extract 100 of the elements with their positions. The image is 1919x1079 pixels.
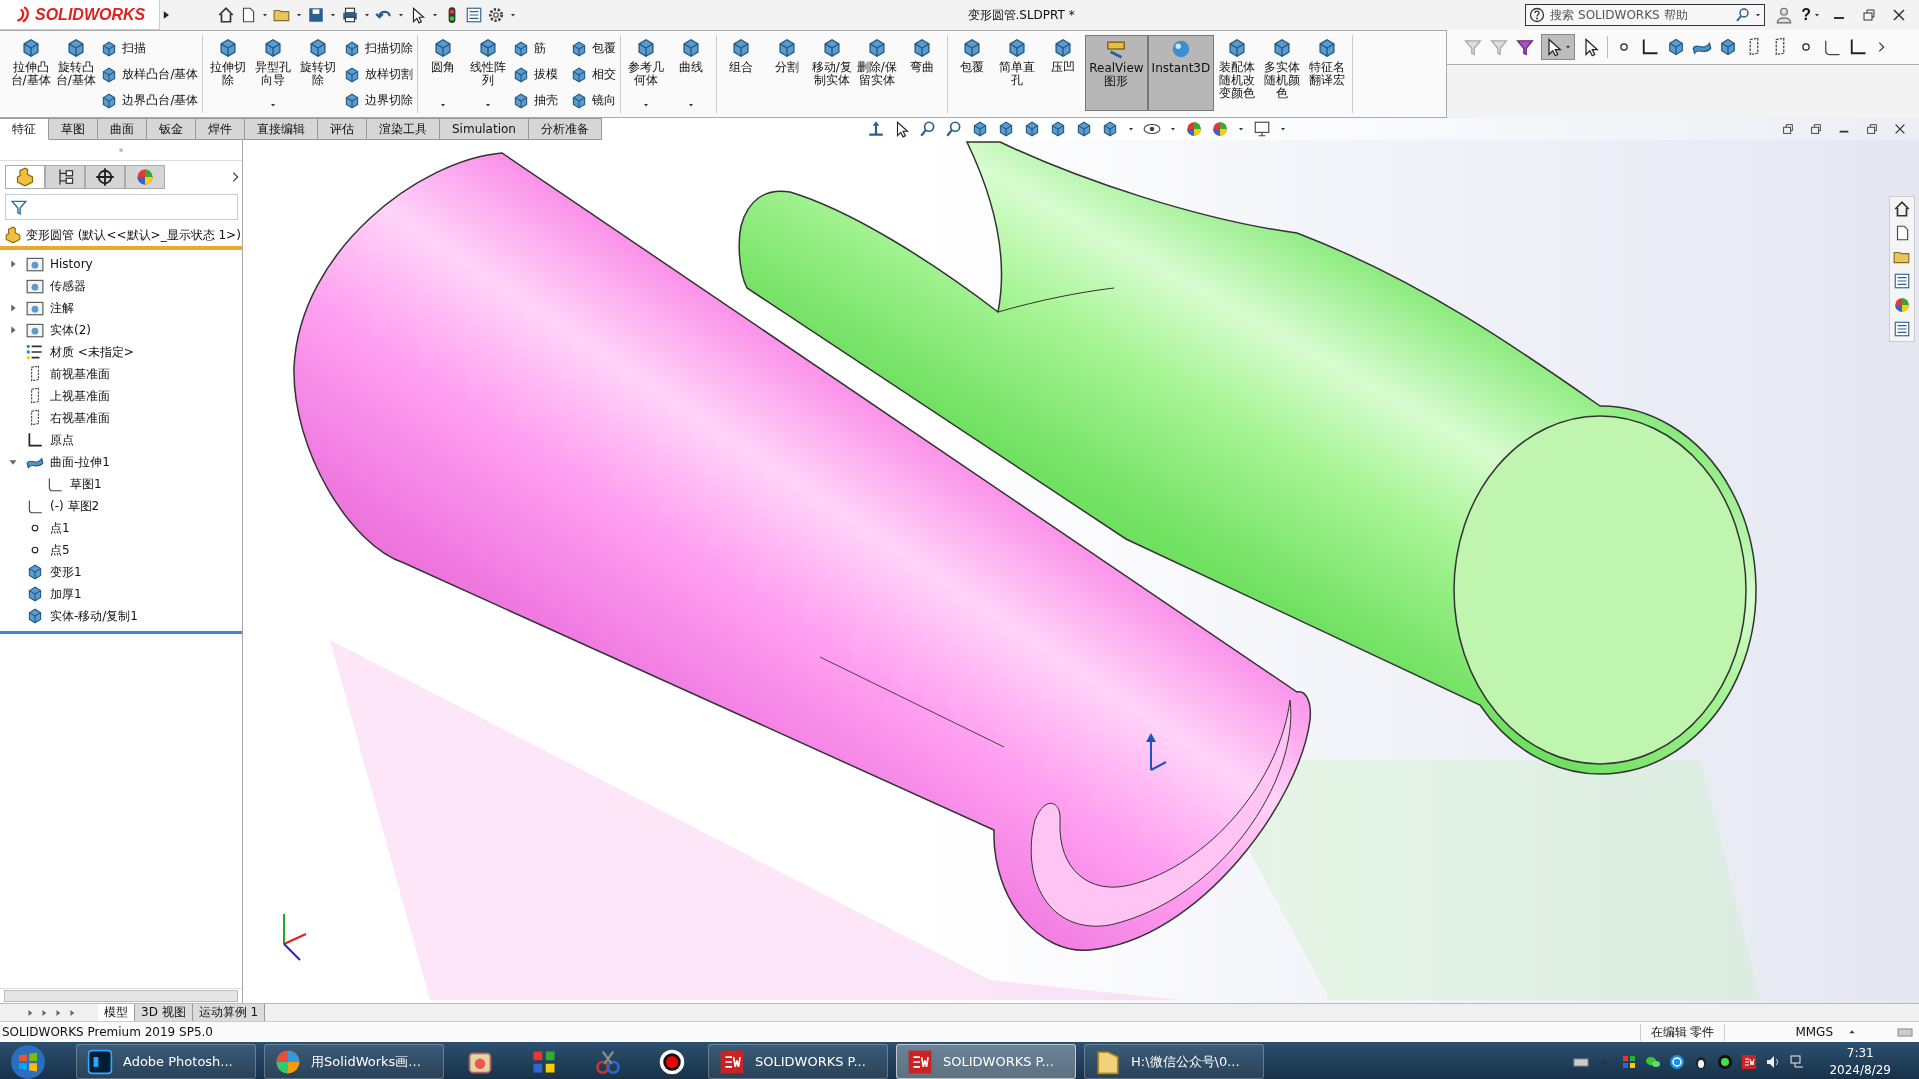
magnifier-icon[interactable] <box>944 120 963 138</box>
taskbar-button[interactable]: H:\微信公众号\0... <box>1084 1044 1264 1079</box>
caret-icon[interactable] <box>687 101 696 109</box>
taskbar-button[interactable]: SOLIDWORKS P... <box>896 1044 1076 1079</box>
tree-item[interactable]: 前视基准面 <box>50 365 110 383</box>
tool-button[interactable]: 筋 <box>512 37 559 60</box>
network-icon[interactable] <box>1789 1053 1806 1070</box>
caret-icon[interactable] <box>1168 125 1177 133</box>
tree-item[interactable]: 加厚1 <box>50 585 82 603</box>
tool-button[interactable]: RealView图形 <box>1085 35 1148 111</box>
list-icon[interactable] <box>465 6 483 24</box>
tool-button[interactable]: 扫描切除 <box>343 37 413 60</box>
tab[interactable]: 钣金 <box>147 118 196 140</box>
list-icon[interactable] <box>1893 272 1911 290</box>
tree-item[interactable]: 材质 <未指定> <box>50 343 134 361</box>
tool-button[interactable]: 旋转切除 <box>295 35 341 111</box>
tab[interactable]: 渲染工具 <box>367 118 440 140</box>
printer-icon[interactable] <box>341 6 359 24</box>
selection-tool-button[interactable] <box>1541 34 1575 60</box>
tab[interactable]: 直接编辑 <box>245 118 318 140</box>
tab[interactable]: 分析准备 <box>528 118 602 140</box>
tab[interactable]: 3D 视图 <box>135 1004 193 1021</box>
tool-button[interactable]: 参考几何体 <box>623 35 669 111</box>
tree-item[interactable]: 曲面-拉伸1 <box>50 453 110 471</box>
house-icon[interactable] <box>1893 200 1911 218</box>
tree-item[interactable]: 点5 <box>50 541 70 559</box>
tool-button[interactable]: 曲线 <box>668 35 714 111</box>
tool-button[interactable]: 删除/保留实体 <box>854 35 900 111</box>
panel-tab[interactable] <box>85 165 125 189</box>
close-icon[interactable] <box>1891 7 1907 23</box>
tree-item[interactable]: 点1 <box>50 519 70 537</box>
units-selector[interactable]: MMGS <box>1795 1025 1833 1039</box>
tool-button[interactable]: 相交 <box>570 63 617 86</box>
color-wheel-icon[interactable] <box>1210 120 1229 138</box>
caret-icon[interactable] <box>641 101 650 109</box>
user-icon[interactable] <box>1775 6 1794 24</box>
tool-button[interactable]: 放样切割 <box>343 63 413 86</box>
tool-button[interactable]: 圆角 <box>420 35 466 111</box>
caret-icon[interactable] <box>1236 125 1245 133</box>
list-icon[interactable] <box>1893 320 1911 338</box>
tab[interactable]: 模型 <box>98 1004 135 1021</box>
tool-button[interactable]: 抽壳 <box>512 89 559 112</box>
tree-item[interactable]: 实体(2) <box>50 321 91 339</box>
ring-icon[interactable] <box>1717 1053 1734 1070</box>
tree-item[interactable]: 实体-移动/复制1 <box>50 607 138 625</box>
search-field[interactable]: 搜索 SOLIDWORKS 帮助 <box>1525 4 1766 26</box>
tool-button[interactable]: 拉伸切除 <box>205 35 251 111</box>
tree-item[interactable]: 右视基准面 <box>50 409 110 427</box>
panel-tab[interactable] <box>45 165 85 189</box>
caret-icon[interactable] <box>483 101 492 109</box>
tool-button[interactable]: 装配体随机改变颜色 <box>1214 35 1260 111</box>
tab[interactable]: 评估 <box>318 118 367 140</box>
tiles-icon[interactable] <box>1621 1053 1638 1070</box>
gear-icon[interactable] <box>487 6 505 24</box>
tool-button[interactable]: 简单直孔 <box>994 35 1041 111</box>
tool-button[interactable]: 包覆 <box>949 35 995 111</box>
taskbar-button[interactable]: 用SolidWorks画... <box>264 1044 444 1079</box>
tab[interactable]: 运动算例 1 <box>192 1004 266 1021</box>
tool-button[interactable]: Instant3D <box>1147 35 1215 111</box>
filter-field[interactable] <box>5 194 238 220</box>
tree-root-item[interactable]: 变形圆管 (默认<<默认>_显示状态 1>) <box>26 226 241 244</box>
scrollbar[interactable] <box>0 988 242 1003</box>
tool-button[interactable]: 线性阵列 <box>465 35 511 111</box>
tool-button[interactable]: 旋转凸台/基体 <box>53 35 99 111</box>
caret-icon[interactable] <box>1126 125 1135 133</box>
grip-icon[interactable] <box>116 145 126 155</box>
tree-item[interactable]: History <box>50 257 93 271</box>
caret-icon[interactable] <box>438 101 447 109</box>
tool-button[interactable]: 压凹 <box>1040 35 1086 111</box>
sw-app-icon[interactable] <box>1741 1053 1758 1070</box>
tree-item[interactable]: (-) 草图2 <box>50 497 100 515</box>
tool-button[interactable]: 特征名翻译宏 <box>1304 35 1350 111</box>
close-icon[interactable] <box>1893 122 1907 136</box>
tree-item[interactable]: 上视基准面 <box>50 387 110 405</box>
tool-button[interactable]: 放样凸台/基体 <box>100 63 199 86</box>
clock-time[interactable]: 7:31 <box>1846 1044 1874 1062</box>
restore-icon[interactable] <box>1861 7 1877 23</box>
taskbar-button[interactable]: SOLIDWORKS P... <box>708 1044 888 1079</box>
tree-item[interactable]: 草图1 <box>70 475 102 493</box>
tree-item[interactable]: 变形1 <box>50 563 82 581</box>
tool-button[interactable]: 分割 <box>763 35 810 111</box>
tab[interactable]: 曲面 <box>98 118 147 140</box>
tree-item[interactable]: 传感器 <box>50 277 86 295</box>
tool-button[interactable]: 移动/复制实体 <box>809 35 855 111</box>
tool-button[interactable]: 扫描 <box>100 37 199 60</box>
tool-button[interactable]: 拔模 <box>512 63 559 86</box>
tool-button[interactable]: 拉伸凸台/基体 <box>8 35 54 111</box>
start-button-icon[interactable] <box>10 1043 46 1079</box>
help-button[interactable]: ? <box>1801 6 1811 24</box>
panel-tab[interactable] <box>5 165 45 189</box>
tab[interactable]: 草图 <box>49 118 98 140</box>
tool-button[interactable]: 组合 <box>718 35 764 111</box>
arrow-icon[interactable] <box>866 120 885 138</box>
tab[interactable]: Simulation <box>440 118 529 140</box>
tree-item[interactable]: 注解 <box>50 299 74 317</box>
tool-button[interactable]: 多实体随机颜色 <box>1259 35 1305 111</box>
tab[interactable]: 特征 <box>0 118 49 140</box>
tool-button[interactable]: 弯曲 <box>899 35 945 111</box>
search-icon[interactable] <box>1735 7 1752 23</box>
house-icon[interactable] <box>217 6 235 24</box>
